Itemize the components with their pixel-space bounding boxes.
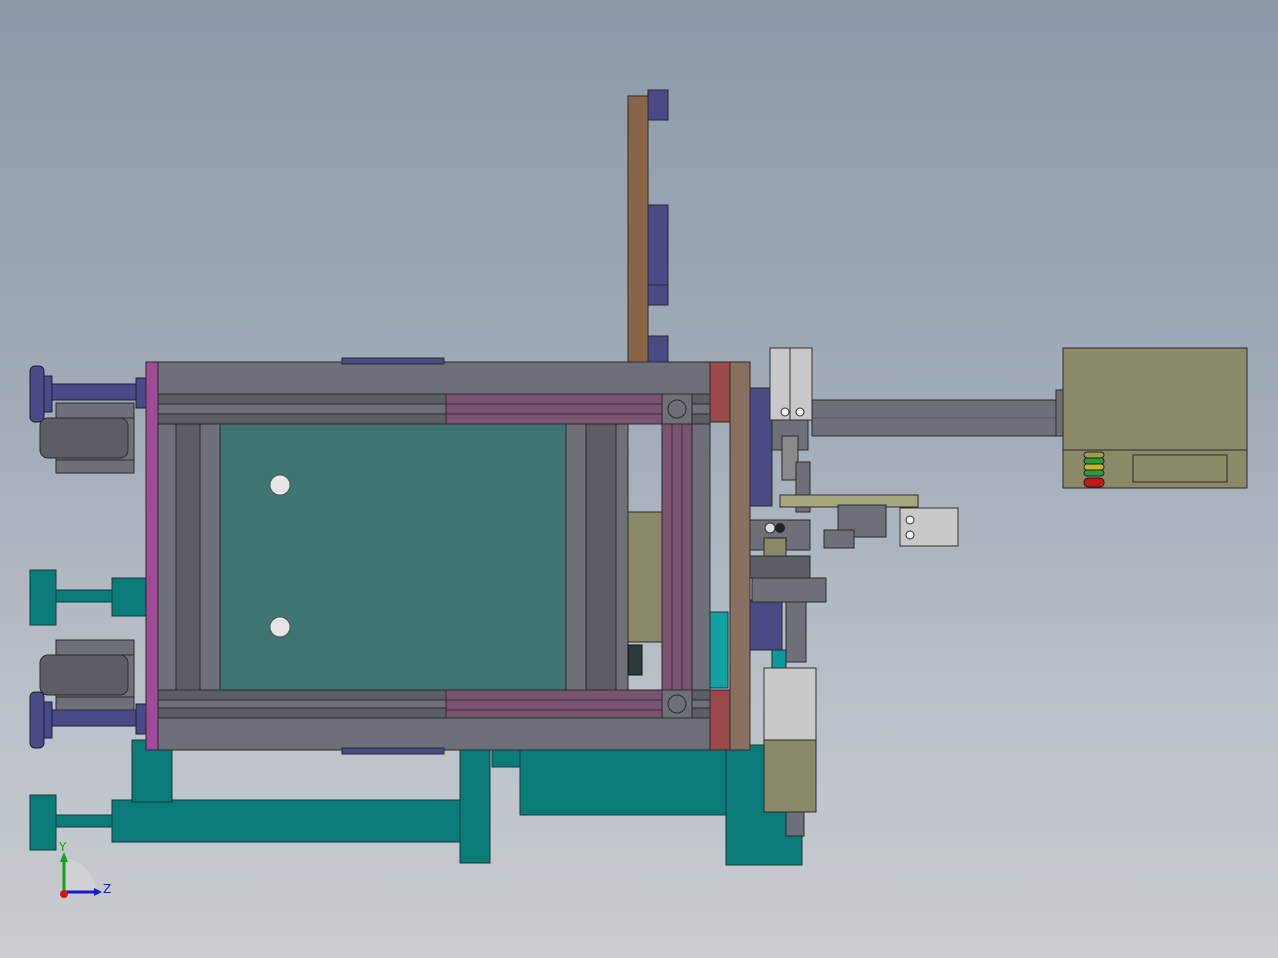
right-mechanism[interactable] (749, 347, 1063, 837)
display-window (1132, 454, 1228, 483)
y-axis-label: Y (58, 840, 67, 854)
top-caster[interactable] (29, 365, 151, 474)
cylinder-icon (899, 507, 959, 547)
x-axis-dot-icon (60, 890, 68, 898)
cylinder-icon (763, 667, 817, 743)
orientation-triad: Y Z (58, 840, 111, 898)
control-box[interactable] (1055, 347, 1248, 489)
signal-lamp-icon (1083, 451, 1105, 488)
bottom-caster[interactable] (29, 639, 151, 749)
hole-icon (269, 616, 291, 638)
vertical-post[interactable] (627, 89, 669, 365)
cad-viewport[interactable]: Y Z (0, 0, 1278, 958)
z-axis-label: Z (103, 882, 111, 896)
cylinder-icon (769, 347, 813, 421)
machine-drawing[interactable]: Y Z (0, 0, 1278, 958)
hole-icon (269, 474, 291, 496)
